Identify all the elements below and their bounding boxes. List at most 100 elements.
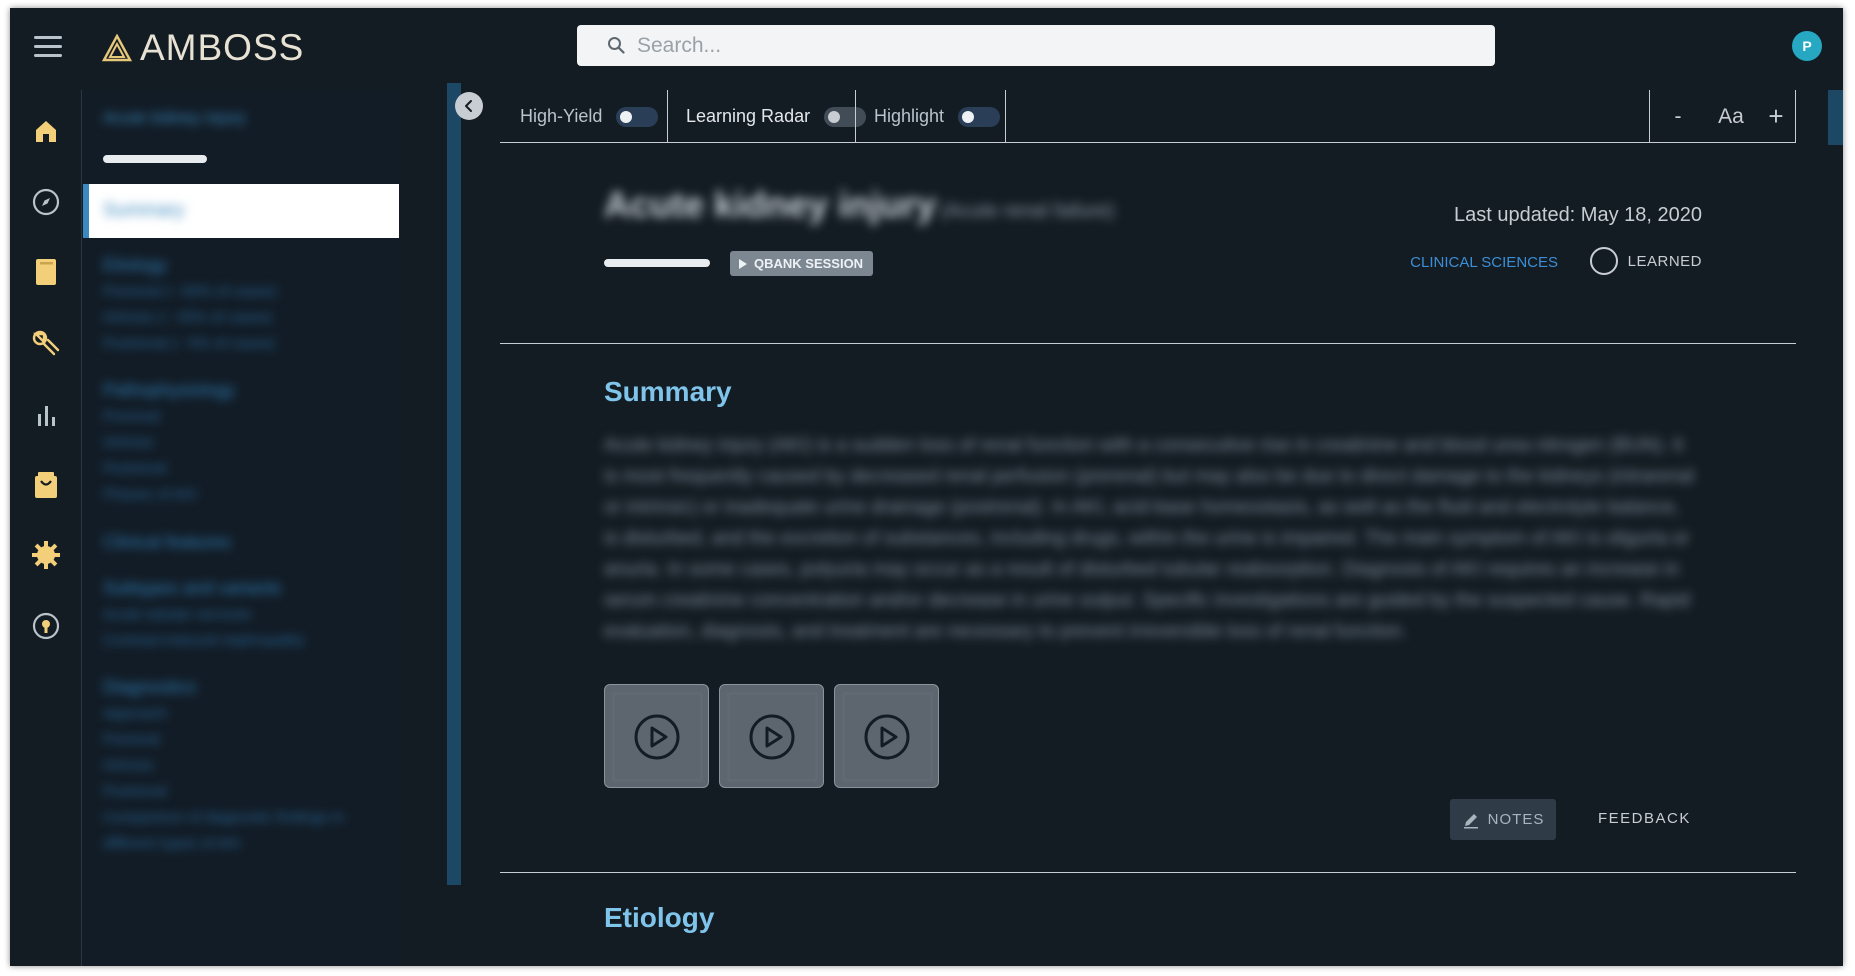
nav-explore[interactable] bbox=[24, 180, 68, 224]
home-icon bbox=[36, 121, 56, 142]
stats-icon bbox=[38, 406, 55, 426]
logo[interactable]: AMBOSS bbox=[102, 27, 305, 68]
toc-subitem[interactable]: Comparison of diagnostic findings in bbox=[103, 809, 344, 826]
divider bbox=[855, 90, 856, 143]
toc-item-summary[interactable]: Summary bbox=[83, 184, 399, 238]
toc-subitem[interactable]: Contrast-induced nephropathy bbox=[103, 632, 305, 649]
notes-button[interactable]: NOTES bbox=[1450, 799, 1556, 840]
collapse-sidebar-button[interactable] bbox=[455, 92, 483, 120]
nav-home[interactable] bbox=[24, 109, 68, 153]
clinical-sciences-link[interactable]: CLINICAL SCIENCES bbox=[1410, 254, 1558, 271]
article-header: Acute kidney injury (Acute renal failure… bbox=[500, 144, 1796, 344]
high-yield-switch[interactable] bbox=[616, 106, 659, 127]
toc-heading[interactable]: Clinical features bbox=[103, 532, 231, 553]
article-content: High-Yield Learning Radar Highlight - Aa… bbox=[500, 90, 1805, 966]
highlight-switch[interactable] bbox=[958, 106, 1001, 127]
toc-subitem[interactable]: Intrinsic bbox=[103, 434, 155, 451]
nav-shop[interactable] bbox=[24, 463, 68, 507]
help-icon bbox=[32, 612, 60, 640]
media-thumbnail[interactable] bbox=[719, 684, 824, 788]
pill-icon bbox=[32, 330, 60, 356]
toc-subitem[interactable]: Phases of AKI bbox=[103, 486, 197, 503]
toc-subitem[interactable]: Prerenal bbox=[103, 731, 160, 748]
library-icon bbox=[36, 259, 56, 285]
learning-radar-toggle[interactable]: Learning Radar bbox=[686, 90, 867, 143]
toc-subitem[interactable]: Intrinsic bbox=[103, 757, 155, 774]
toc-heading[interactable]: Pathophysiology bbox=[103, 380, 235, 401]
highlight-toggle[interactable]: Highlight bbox=[874, 90, 1001, 143]
toc-subitem[interactable]: Approach bbox=[103, 705, 167, 722]
qbank-session-label: QBANK SESSION bbox=[754, 256, 864, 271]
toc-title[interactable]: Acute kidney injury bbox=[103, 108, 246, 128]
toc-subitem[interactable]: Prerenal (~ 60% of cases) bbox=[103, 283, 277, 300]
play-circle-icon bbox=[749, 714, 795, 760]
divider bbox=[1795, 90, 1796, 143]
toc-item-label: Summary bbox=[103, 200, 185, 221]
nav-analysis[interactable] bbox=[24, 392, 68, 436]
toc-heading[interactable]: Diagnostics bbox=[103, 677, 196, 698]
search-icon bbox=[608, 37, 625, 54]
toc-subitem[interactable]: Acute tubular necrosis bbox=[103, 606, 251, 623]
toc-subitem[interactable]: Postrenal (~ 5% of cases) bbox=[103, 335, 275, 352]
nav-rail bbox=[10, 90, 82, 966]
nav-help[interactable] bbox=[24, 604, 68, 648]
avatar[interactable]: P bbox=[1792, 31, 1822, 61]
toc-progress-bar bbox=[103, 155, 207, 163]
amboss-logo-icon bbox=[102, 34, 132, 62]
toc-subitem[interactable]: different types of AKI bbox=[103, 835, 241, 852]
article-toolbar: High-Yield Learning Radar Highlight - Aa… bbox=[500, 90, 1796, 143]
toc-subitem[interactable]: Postrenal bbox=[103, 783, 166, 800]
toc-heading[interactable]: Etiology bbox=[103, 255, 167, 276]
summary-text: Acute kidney injury (AKI) is a sudden lo… bbox=[604, 435, 1694, 642]
learning-radar-label: Learning Radar bbox=[686, 106, 811, 126]
high-yield-toggle[interactable]: High-Yield bbox=[520, 90, 659, 143]
toc-subitem[interactable]: Prerenal bbox=[103, 408, 160, 425]
learned-label: LEARNED bbox=[1627, 252, 1702, 270]
search-input[interactable] bbox=[637, 25, 1477, 66]
table-of-contents: Acute kidney injury Summary Etiology Pre… bbox=[83, 90, 399, 966]
notes-label: NOTES bbox=[1487, 811, 1545, 828]
right-gutter bbox=[1815, 90, 1843, 966]
highlight-label: Highlight bbox=[874, 106, 945, 126]
toc-heading[interactable]: Subtypes and variants bbox=[103, 578, 281, 599]
summary-section: Summary Acute kidney injury (AKI) is a s… bbox=[500, 346, 1796, 873]
logo-text: AMBOSS bbox=[140, 27, 305, 68]
font-decrease-button[interactable]: - bbox=[1660, 90, 1696, 143]
pencil-icon bbox=[1463, 813, 1478, 828]
gear-icon bbox=[32, 541, 60, 569]
last-updated: Last updated: May 18, 2020 bbox=[1454, 204, 1702, 226]
play-circle-icon bbox=[634, 714, 680, 760]
bag-icon bbox=[35, 472, 57, 498]
compass-icon bbox=[32, 188, 60, 216]
qbank-session-button[interactable]: QBANK SESSION bbox=[730, 251, 874, 276]
learning-radar-switch[interactable] bbox=[824, 106, 867, 127]
learned-checkbox[interactable] bbox=[1589, 247, 1618, 275]
divider bbox=[667, 90, 668, 143]
menu-icon[interactable] bbox=[30, 32, 66, 62]
divider bbox=[1005, 90, 1006, 143]
media-row bbox=[604, 684, 939, 788]
app-window: AMBOSS P bbox=[10, 8, 1843, 966]
media-thumbnail[interactable] bbox=[604, 684, 709, 788]
article-title: Acute kidney injury bbox=[604, 184, 937, 225]
summary-heading[interactable]: Summary bbox=[604, 376, 732, 408]
nav-qbank[interactable] bbox=[24, 322, 68, 366]
font-size-button[interactable]: Aa bbox=[1706, 90, 1756, 143]
feedback-button[interactable]: FEEDBACK bbox=[1598, 810, 1691, 827]
etiology-heading[interactable]: Etiology bbox=[604, 902, 714, 934]
nav-settings[interactable] bbox=[24, 533, 68, 577]
play-icon bbox=[739, 258, 747, 269]
article-synonym: (Acute renal failure) bbox=[940, 200, 1115, 222]
toc-subitem[interactable]: Postrenal bbox=[103, 460, 166, 477]
media-thumbnail[interactable] bbox=[834, 684, 939, 788]
learned-toggle[interactable]: LEARNED bbox=[1589, 247, 1702, 275]
divider bbox=[1649, 90, 1650, 143]
search-bar[interactable] bbox=[577, 25, 1495, 66]
toc-subitem[interactable]: Intrinsic (~ 35% of cases) bbox=[103, 309, 272, 326]
toc-scrollbar[interactable] bbox=[447, 83, 461, 885]
font-increase-button[interactable]: + bbox=[1758, 90, 1794, 143]
top-bar: AMBOSS P bbox=[10, 8, 1843, 90]
article-progress-bar bbox=[604, 259, 710, 267]
nav-library[interactable] bbox=[24, 250, 68, 294]
article-scrollbar[interactable] bbox=[1828, 90, 1843, 145]
